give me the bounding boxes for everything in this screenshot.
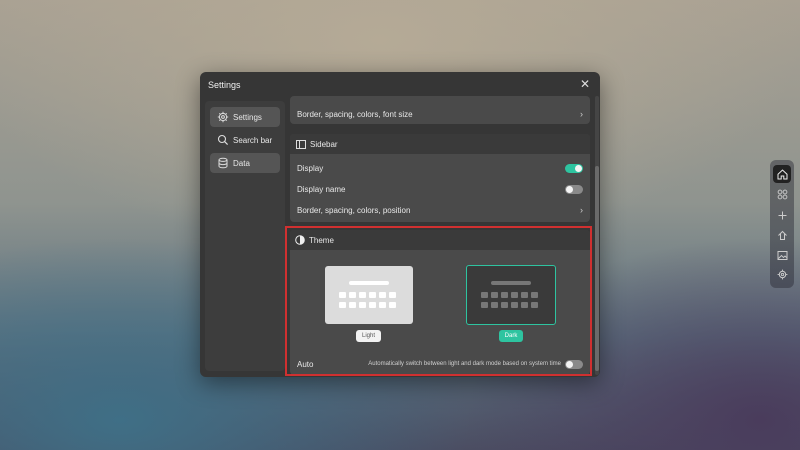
display-name-toggle[interactable] (565, 184, 583, 194)
section-title: Theme (309, 235, 334, 245)
light-theme-card[interactable] (325, 266, 413, 324)
sidebar-border-settings-row[interactable]: Border, spacing, colors, position › (297, 202, 583, 218)
nav-item-label: Search bar (233, 135, 273, 145)
apps-icon[interactable] (773, 185, 791, 203)
display-name-row: Display name (297, 181, 583, 197)
auto-theme-row: Auto Automatically switch between light … (297, 356, 583, 372)
settings-content: Border, spacing, colors, font size › Sid… (290, 94, 592, 377)
nav-item-label: Settings (233, 112, 262, 122)
plus-icon[interactable] (773, 206, 791, 224)
row-label: Border, spacing, colors, position (297, 205, 411, 215)
gear-icon[interactable] (773, 265, 791, 283)
chevron-right-icon: › (580, 205, 583, 215)
close-icon[interactable]: ✕ (578, 77, 592, 91)
dark-theme-card[interactable] (466, 265, 556, 325)
auto-description: Automatically switch between light and d… (368, 361, 561, 367)
search-bar-section: Border, spacing, colors, font size › (290, 96, 590, 124)
content-scrollbar[interactable] (595, 96, 599, 375)
settings-nav: Settings Search bar Data (205, 101, 285, 371)
sidebar-section: Sidebar Display Display name Border, spa… (290, 134, 590, 222)
row-label: Border, spacing, colors, font size (297, 109, 413, 119)
contrast-icon (295, 235, 305, 245)
nav-item-settings[interactable]: Settings (210, 107, 280, 127)
nav-item-data[interactable]: Data (210, 153, 280, 173)
chevron-right-icon: › (580, 109, 583, 119)
sidebar-section-header: Sidebar (290, 134, 590, 154)
gear-icon (217, 111, 229, 123)
search-border-settings-row[interactable]: Border, spacing, colors, font size › (297, 106, 583, 122)
settings-window: Settings ✕ Settings Search bar Data Bord… (200, 72, 600, 377)
window-title: Settings (208, 80, 241, 90)
row-label: Display (297, 163, 324, 173)
preview-search-bar (491, 281, 531, 285)
auto-theme-toggle[interactable] (565, 359, 583, 369)
home-icon[interactable] (773, 165, 791, 183)
light-theme-label[interactable]: Light (356, 330, 381, 342)
display-toggle[interactable] (565, 163, 583, 173)
database-icon (217, 157, 229, 169)
display-row: Display (297, 160, 583, 176)
search-icon (217, 134, 229, 146)
upload-icon[interactable] (773, 226, 791, 244)
dark-theme-label[interactable]: Dark (499, 330, 523, 342)
theme-section: Theme Light Dark Auto Automatically swit… (290, 230, 590, 375)
sidebar-layout-icon (296, 139, 306, 149)
right-dock (770, 160, 794, 288)
nav-item-label: Data (233, 158, 250, 168)
auto-label: Auto (297, 359, 314, 369)
section-title: Sidebar (310, 139, 338, 149)
nav-item-search-bar[interactable]: Search bar (210, 130, 280, 150)
row-label: Display name (297, 184, 346, 194)
scrollbar-thumb[interactable] (595, 166, 599, 371)
preview-search-bar (349, 281, 389, 285)
theme-section-header: Theme (290, 230, 590, 250)
image-icon[interactable] (773, 246, 791, 264)
